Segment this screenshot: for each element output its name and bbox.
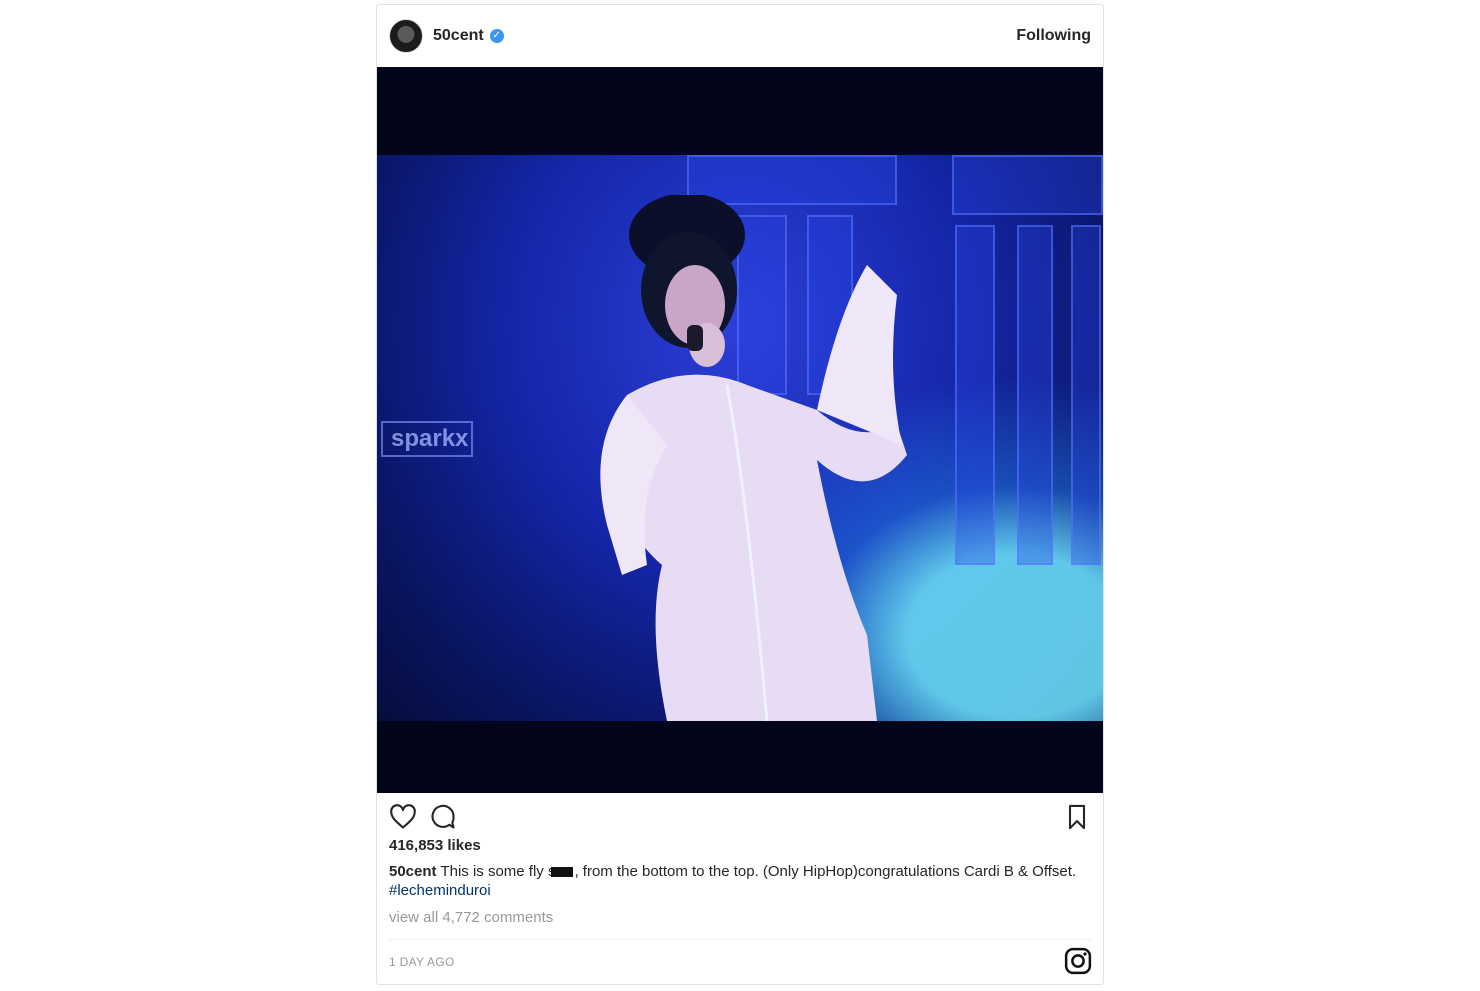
post-caption: 50cent This is some fly s , from the bott…	[389, 862, 1093, 900]
stage-video-frame: sparkx	[377, 155, 1103, 721]
stage-panel-1	[955, 225, 995, 565]
post-actions-bar	[377, 797, 1103, 837]
view-all-comments-link[interactable]: view all 4,772 comments	[389, 909, 553, 926]
footer-divider	[389, 939, 1091, 940]
bookmark-icon[interactable]	[1063, 803, 1091, 831]
letterbox-top	[377, 67, 1103, 155]
instagram-post-card: 50cent ✓ Following sparkx 416,853 likes …	[376, 4, 1104, 985]
verified-badge-icon: ✓	[489, 29, 504, 43]
caption-username[interactable]: 50cent	[389, 863, 437, 880]
caption-text-start: This is some fly s	[440, 863, 556, 880]
avatar[interactable]	[389, 19, 423, 53]
post-media[interactable]: sparkx	[377, 67, 1103, 793]
caption-hashtag[interactable]: #lecheminduroi	[389, 882, 491, 899]
censor-bar	[551, 867, 574, 878]
performer-figure	[600, 195, 907, 721]
stage-panel-2	[1017, 225, 1053, 565]
post-username[interactable]: 50cent	[433, 27, 484, 45]
post-timestamp[interactable]: 1 DAY AGO	[389, 955, 455, 969]
caption-text-end: , from the bottom to the top. (Only HipH…	[574, 863, 1077, 880]
following-button[interactable]: Following	[1016, 27, 1091, 45]
letterbox-bottom	[377, 721, 1103, 793]
post-header: 50cent ✓ Following	[377, 5, 1103, 67]
stage-panel-3	[1071, 225, 1101, 565]
comment-bubble-icon[interactable]	[429, 803, 457, 831]
stage-window-right	[952, 155, 1103, 215]
likes-count[interactable]: 416,853 likes	[389, 837, 481, 854]
instagram-icon[interactable]	[1063, 946, 1093, 976]
heart-icon[interactable]	[389, 803, 417, 831]
sparkx-sign: sparkx	[381, 421, 473, 457]
